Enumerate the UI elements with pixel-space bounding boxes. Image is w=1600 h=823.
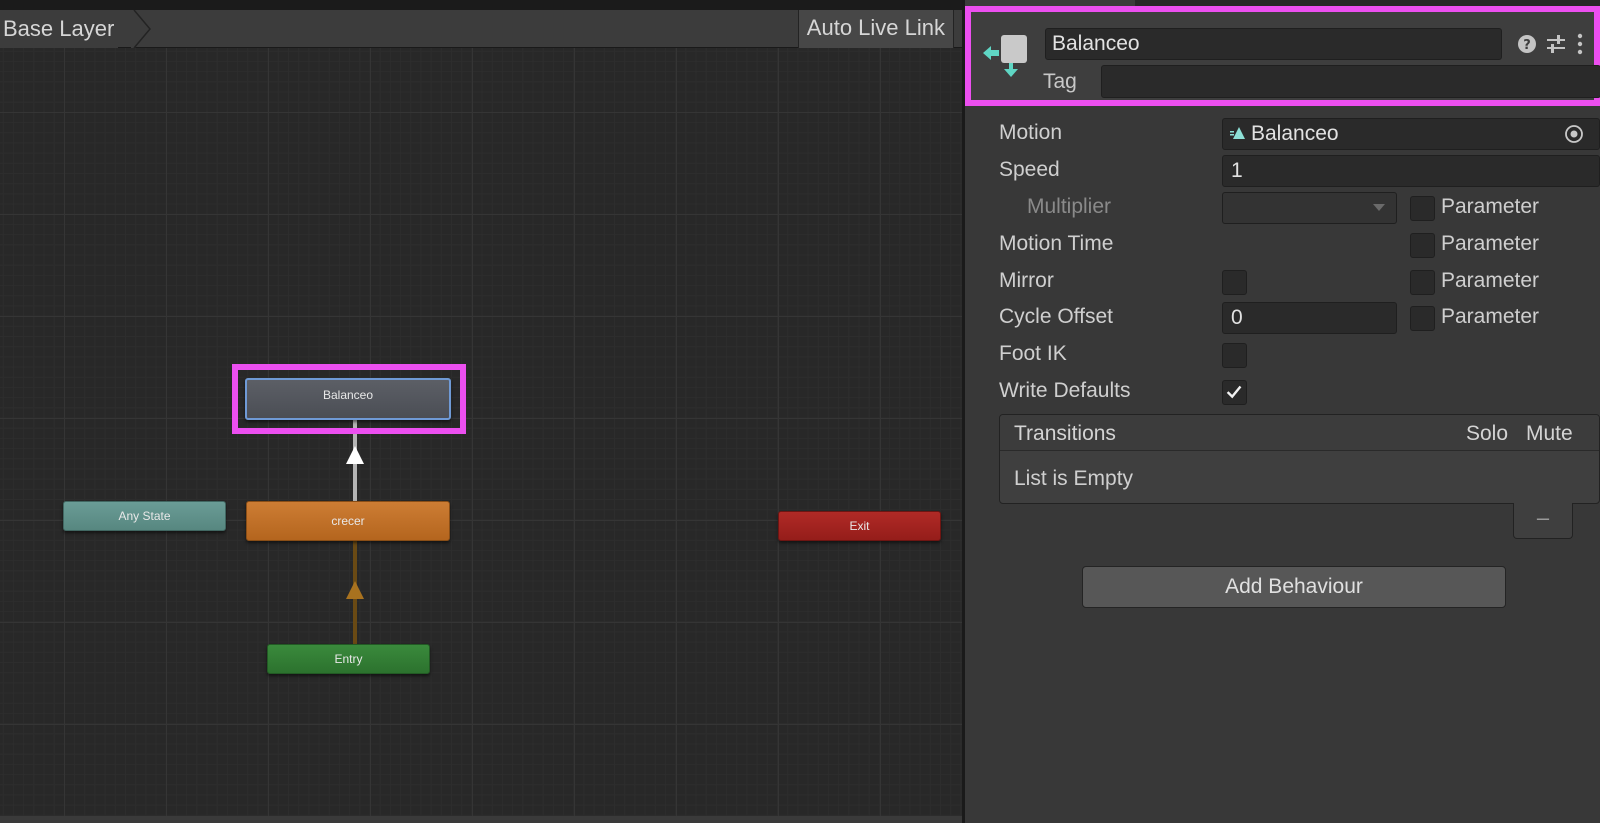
transitions-solo-header: Solo — [1466, 422, 1509, 445]
animator-graph[interactable]: Base Layer Auto Live Link Balanceo crece… — [0, 0, 962, 816]
speed-label: Speed — [999, 158, 1060, 181]
mirror-checkbox[interactable] — [1222, 270, 1247, 295]
multiplier-label: Multiplier — [1027, 195, 1112, 218]
transitions-title: Transitions — [1014, 422, 1116, 445]
state-node-any-state[interactable]: Any State — [63, 501, 226, 531]
cycle-offset-field[interactable]: 0 — [1222, 302, 1397, 334]
help-icon[interactable]: ? — [1516, 33, 1538, 55]
dropdown-arrow-icon — [1373, 204, 1385, 211]
preset-sliders-icon[interactable] — [1545, 32, 1567, 56]
foot-ik-label: Foot IK — [999, 342, 1067, 365]
mirror-label: Mirror — [999, 269, 1054, 292]
state-name-field[interactable]: Balanceo — [1045, 28, 1502, 60]
state-node-crecer[interactable]: crecer — [246, 501, 450, 541]
kebab-menu-icon[interactable] — [1575, 32, 1585, 56]
inspector-panel: Balanceo ? Tag Motion Balanceo Speed 1 M… — [965, 0, 1600, 823]
object-picker-icon[interactable] — [1564, 124, 1584, 144]
breadcrumb-base-layer[interactable]: Base Layer — [0, 10, 119, 48]
multiplier-parameter-checkbox[interactable] — [1410, 196, 1435, 221]
write-defaults-label: Write Defaults — [999, 379, 1131, 402]
state-node-exit[interactable]: Exit — [778, 511, 941, 541]
motion-field[interactable]: Balanceo — [1222, 118, 1600, 150]
animation-clip-icon — [1230, 127, 1245, 139]
animator-state-icon — [983, 35, 1027, 77]
checkmark-icon — [1226, 385, 1242, 399]
write-defaults-checkbox[interactable] — [1222, 380, 1247, 405]
motion-label: Motion — [999, 121, 1063, 144]
transition-entry-to-crecer[interactable] — [340, 541, 370, 645]
state-node-balanceo[interactable]: Balanceo — [245, 378, 451, 420]
transitions-list: Transitions Solo Mute List is Empty — [999, 414, 1600, 504]
mirror-parameter-label: Parameter — [1441, 269, 1540, 292]
transitions-mute-header: Mute — [1526, 422, 1573, 445]
motion-time-label: Motion Time — [999, 232, 1114, 255]
motion-time-parameter-label: Parameter — [1441, 232, 1540, 255]
mirror-parameter-checkbox[interactable] — [1410, 270, 1435, 295]
graph-toolbar: Base Layer Auto Live Link — [0, 10, 962, 48]
state-header: Balanceo ? Tag — [965, 6, 1600, 106]
cycle-offset-label: Cycle Offset — [999, 305, 1113, 328]
graph-bottom-bar — [0, 816, 962, 823]
cycle-offset-parameter-checkbox[interactable] — [1410, 306, 1435, 331]
motion-time-parameter-checkbox[interactable] — [1410, 233, 1435, 258]
transitions-empty-text: List is Empty — [1014, 467, 1134, 490]
speed-field[interactable]: 1 — [1222, 155, 1600, 187]
cycle-offset-parameter-label: Parameter — [1441, 305, 1540, 328]
remove-transition-button[interactable]: – — [1513, 503, 1573, 539]
state-node-entry[interactable]: Entry — [267, 644, 430, 674]
foot-ik-checkbox[interactable] — [1222, 343, 1247, 368]
breadcrumb-chevron-icon — [131, 10, 151, 48]
multiplier-parameter-label: Parameter — [1441, 195, 1540, 218]
graph-top-strip — [0, 0, 962, 10]
svg-text:?: ? — [1523, 38, 1531, 53]
auto-live-link-button[interactable]: Auto Live Link — [797, 10, 954, 48]
tag-field[interactable] — [1101, 65, 1600, 98]
transitions-header: Transitions Solo Mute — [1000, 415, 1599, 451]
add-behaviour-button[interactable]: Add Behaviour — [1082, 566, 1506, 608]
tag-label: Tag — [1043, 70, 1077, 93]
multiplier-dropdown[interactable] — [1222, 192, 1397, 224]
